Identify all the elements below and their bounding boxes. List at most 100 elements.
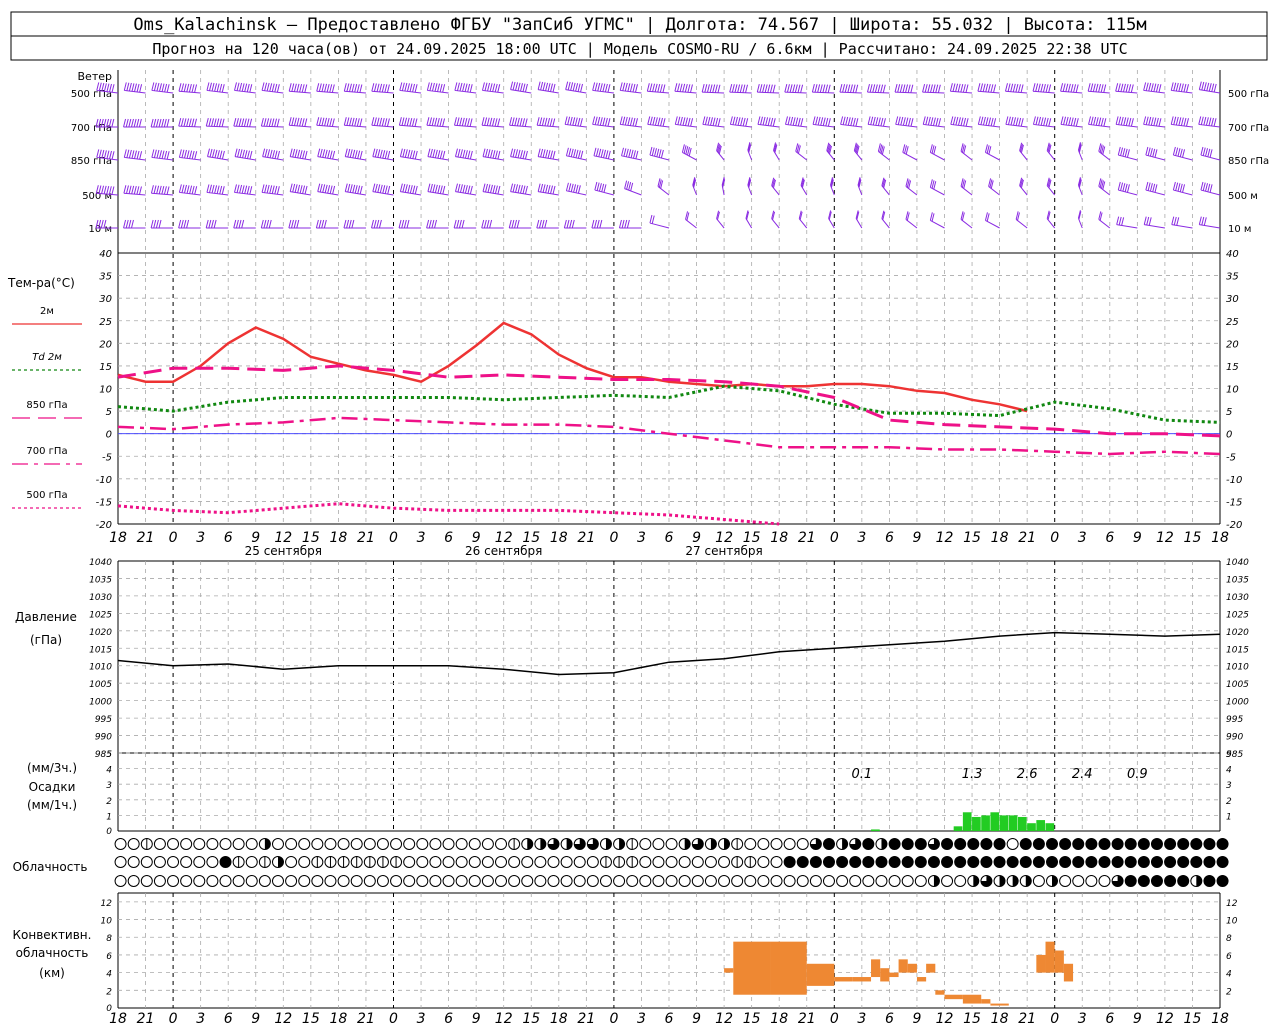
cloud-symbol: [495, 875, 508, 887]
cloud-symbol: [1046, 856, 1059, 868]
x-tick-label: 18: [1211, 530, 1229, 546]
pressure-y-tick: 1025: [1226, 610, 1249, 620]
conv-title-2: облачность: [16, 946, 89, 960]
x-tick-label: 21: [1018, 1011, 1036, 1024]
x-tick-label: 15: [963, 530, 981, 546]
cloud-symbol: [534, 856, 547, 868]
pressure-y-tick: 1015: [1226, 645, 1249, 655]
cloud-symbol: [376, 838, 389, 850]
cloud-symbol: [455, 856, 468, 868]
temp-legend-label: 850 гПа: [26, 400, 67, 411]
cloud-symbol: [809, 856, 822, 868]
cloud-symbol: [547, 856, 560, 868]
cloud-symbol: [652, 838, 665, 850]
wind-title: Ветер: [78, 70, 112, 83]
convective-bar: [935, 990, 945, 995]
precip-total-label: 0.1: [852, 767, 873, 782]
pressure-y-tick: 1020: [1226, 628, 1249, 638]
cloud-symbol: [770, 875, 783, 887]
x-tick-label: 12: [936, 1011, 954, 1024]
cloud-symbol: [862, 838, 875, 850]
x-tick-label: 3: [417, 1011, 426, 1024]
x-tick-label: 0: [1050, 1011, 1059, 1024]
conv-y-tick: 8: [106, 934, 112, 944]
cloud-symbol: [639, 838, 652, 850]
temp-y-tick: -10: [96, 475, 112, 486]
precip-bar: [972, 816, 981, 831]
cloud-symbol: [1177, 838, 1190, 850]
cloud-symbol: [455, 838, 468, 850]
cloud-symbol: [1059, 875, 1072, 887]
precip-unit-1h: (мм/1ч.): [27, 798, 77, 812]
convective-bar: [880, 968, 890, 982]
cloud-symbol: [285, 856, 298, 868]
cloud-symbol: [639, 875, 652, 887]
wind-level-label: 500 м: [1228, 191, 1258, 202]
cloud-symbol: [639, 856, 652, 868]
cloud-symbol: [403, 838, 416, 850]
cloud-symbol: [875, 875, 888, 887]
cloud-symbol: [888, 875, 901, 887]
x-tick-label: 3: [1078, 530, 1087, 546]
pressure-y-tick: 990: [1226, 733, 1243, 743]
precip-bar: [1045, 823, 1055, 831]
x-tick-label: 12: [715, 1011, 733, 1024]
pressure-y-tick: 995: [95, 715, 112, 725]
cloud-symbol: [390, 875, 403, 887]
x-tick-label: 18: [550, 1011, 568, 1024]
cloud-symbol: [731, 875, 744, 887]
cloud-symbol: [180, 856, 193, 868]
day-label: 25 сентября: [245, 544, 322, 558]
convective-bar: [852, 977, 872, 982]
x-tick-label: 9: [912, 530, 921, 546]
wind-level-label: 850 гПа: [1228, 156, 1269, 167]
temp-y-tick: 5: [1226, 407, 1232, 418]
x-tick-label: 9: [912, 1011, 921, 1024]
temp-y-tick: -15: [96, 497, 112, 508]
cloud-symbol: [127, 856, 140, 868]
precip-bar: [871, 829, 880, 831]
cloud-symbol: [901, 856, 914, 868]
convective-bar: [1036, 954, 1046, 973]
cloud-symbol: [744, 838, 757, 850]
cloud-symbol: [914, 875, 927, 887]
cloud-symbol: [836, 856, 849, 868]
temp-y-tick: 35: [1226, 272, 1239, 283]
conv-y-tick: 4: [1226, 970, 1232, 980]
pressure-y-tick: 1040: [1226, 558, 1249, 568]
wind-level-label: 500 гПа: [71, 89, 112, 100]
x-tick-label: 3: [417, 530, 426, 546]
cloud-symbol: [1032, 875, 1045, 887]
temp-y-tick: 30: [99, 294, 112, 305]
x-tick-label: 18: [770, 1011, 788, 1024]
cloud-symbol: [744, 875, 757, 887]
cloud-symbol: [206, 875, 219, 887]
cloud-symbol: [967, 856, 980, 868]
cloud-symbol: [875, 856, 888, 868]
convective-bar: [990, 1003, 1009, 1006]
x-tick-label: 18: [991, 1011, 1009, 1024]
x-tick-label: 6: [224, 530, 233, 546]
header-line2: Прогноз на 120 часа(ов) от 24.09.2025 18…: [152, 40, 1127, 58]
x-tick-label: 9: [1133, 530, 1142, 546]
cloud-symbol: [665, 838, 678, 850]
cloud-symbol: [822, 856, 835, 868]
cloud-symbol: [455, 875, 468, 887]
convective-bar: [834, 977, 853, 982]
cloud-symbol: [783, 875, 796, 887]
cloud-symbol: [219, 856, 232, 868]
conv-unit: (км): [39, 966, 65, 980]
conv-title-1: Конвективн.: [13, 928, 92, 942]
cloud-symbol: [153, 875, 166, 887]
conv-y-tick: 0: [106, 1004, 112, 1014]
temp-y-tick: 0: [1226, 430, 1232, 441]
x-tick-label: 3: [1078, 1011, 1087, 1024]
cloud-symbol: [1085, 838, 1098, 850]
convective-bar: [889, 972, 899, 978]
temp-legend-label: 700 гПа: [26, 446, 67, 457]
convective-bar: [962, 994, 982, 1004]
x-tick-label: 15: [743, 1011, 761, 1024]
precip-total-label: 0.9: [1127, 767, 1148, 782]
x-tick-label: 15: [1184, 530, 1202, 546]
day-label: 26 сентября: [465, 544, 542, 558]
